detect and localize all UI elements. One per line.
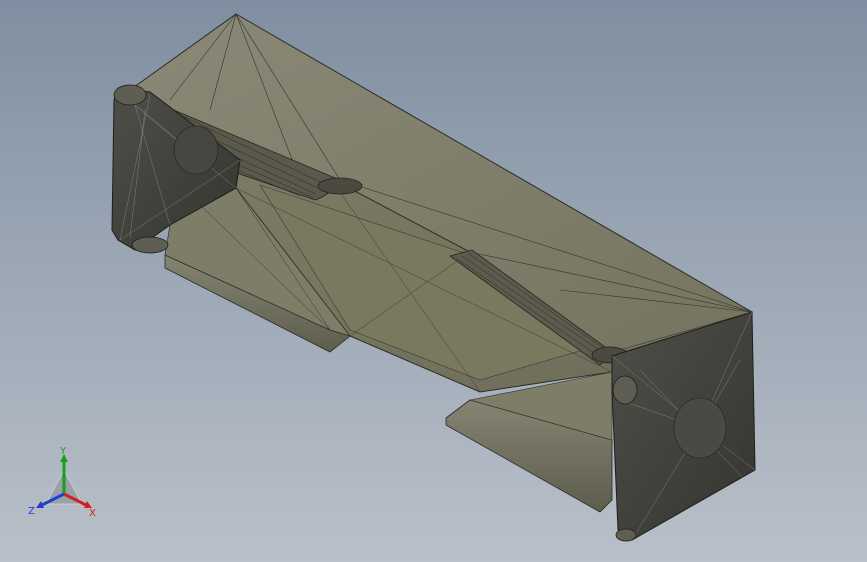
x-axis-label: X [89,508,96,519]
mid-fillet-arc [317,177,363,195]
left-bore [173,125,219,175]
left-corner-fillet [113,84,147,106]
right-corner-fillet [612,375,638,405]
right-bore [673,397,727,459]
right-bottom-fillet [615,528,637,542]
3d-part-model[interactable] [0,0,867,562]
z-axis-label: Z [28,506,35,517]
left-bottom-fillet [131,236,169,254]
view-orientation-triad[interactable]: Y X Z [26,446,102,522]
y-axis-label: Y [59,446,67,457]
graphics-viewport[interactable]: Y X Z [0,0,867,562]
